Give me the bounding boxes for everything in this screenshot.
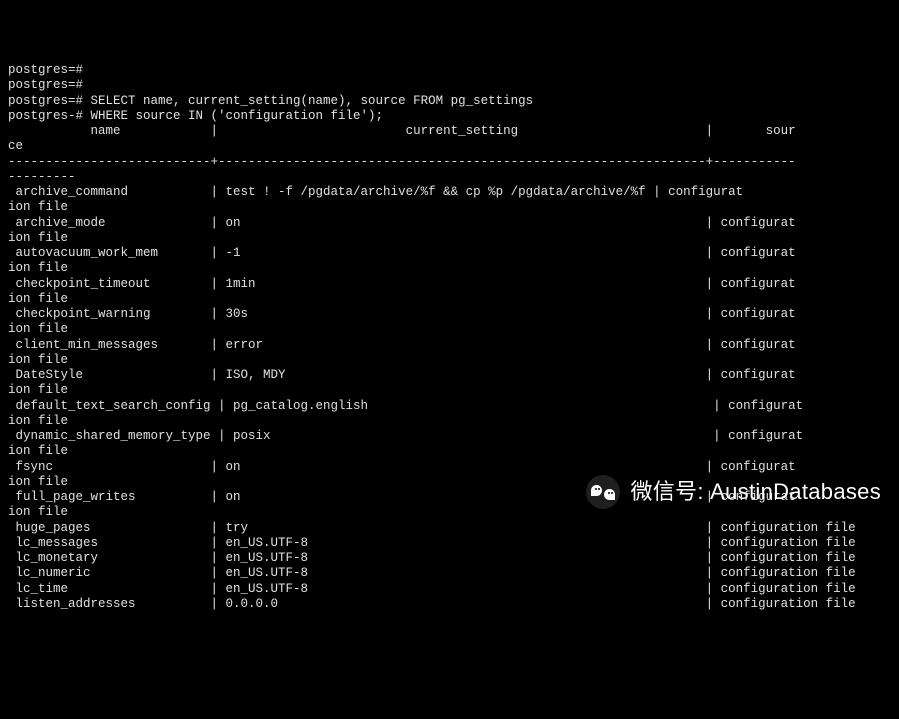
- result-row-wrap: ion file: [8, 505, 891, 520]
- result-row-wrap: ion file: [8, 231, 891, 246]
- result-row: client_min_messages | error | configurat: [8, 338, 891, 353]
- result-row: lc_messages | en_US.UTF-8 | configuratio…: [8, 536, 891, 551]
- result-row: lc_time | en_US.UTF-8 | configuration fi…: [8, 582, 891, 597]
- result-row-wrap: ion file: [8, 383, 891, 398]
- result-row-wrap: ion file: [8, 475, 891, 490]
- column-header-line: name | current_setting | sour: [8, 124, 891, 139]
- prompt-line-3: postgres-# WHERE source IN ('configurati…: [8, 109, 891, 124]
- separator-line: ---------------------------+------------…: [8, 155, 891, 170]
- result-row: dynamic_shared_memory_type | posix | con…: [8, 429, 891, 444]
- result-row: lc_monetary | en_US.UTF-8 | configuratio…: [8, 551, 891, 566]
- result-row-wrap: ion file: [8, 292, 891, 307]
- result-row: DateStyle | ISO, MDY | configurat: [8, 368, 891, 383]
- column-header-wrap: ce: [8, 139, 891, 154]
- result-row: archive_mode | on | configurat: [8, 216, 891, 231]
- result-row: checkpoint_timeout | 1min | configurat: [8, 277, 891, 292]
- prompt-line-1: postgres=#: [8, 78, 891, 93]
- result-row: listen_addresses | 0.0.0.0 | configurati…: [8, 597, 891, 612]
- result-row: archive_command | test ! -f /pgdata/arch…: [8, 185, 891, 200]
- result-row-wrap: ion file: [8, 444, 891, 459]
- result-row: full_page_writes | on | configurat: [8, 490, 891, 505]
- prompt-line-0: postgres=#: [8, 63, 891, 78]
- result-row-wrap: ion file: [8, 200, 891, 215]
- separator-wrap: ---------: [8, 170, 891, 185]
- result-row: huge_pages | try | configuration file: [8, 521, 891, 536]
- result-row: lc_numeric | en_US.UTF-8 | configuration…: [8, 566, 891, 581]
- result-row-wrap: ion file: [8, 353, 891, 368]
- result-row: default_text_search_config | pg_catalog.…: [8, 399, 891, 414]
- result-row-wrap: ion file: [8, 322, 891, 337]
- result-row-wrap: ion file: [8, 414, 891, 429]
- prompt-line-2: postgres=# SELECT name, current_setting(…: [8, 94, 891, 109]
- terminal-output[interactable]: postgres=#postgres=#postgres=# SELECT na…: [8, 63, 891, 612]
- result-row-wrap: ion file: [8, 261, 891, 276]
- result-row: autovacuum_work_mem | -1 | configurat: [8, 246, 891, 261]
- result-row: fsync | on | configurat: [8, 460, 891, 475]
- result-row: checkpoint_warning | 30s | configurat: [8, 307, 891, 322]
